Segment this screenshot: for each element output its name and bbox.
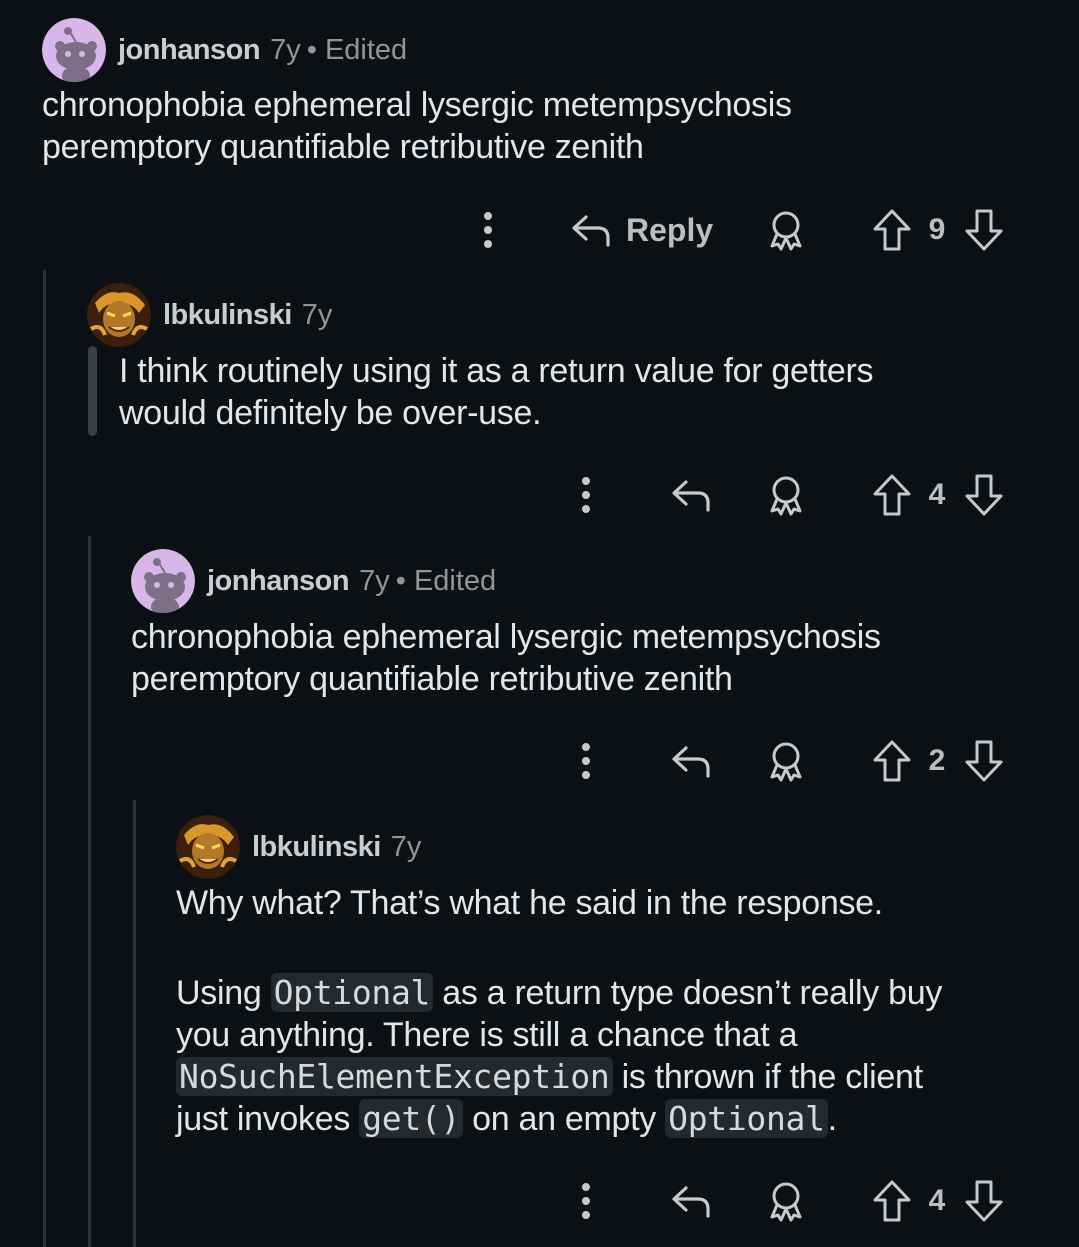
comment-header: jonhanson 7y • Edited [131, 549, 496, 613]
reply-arrow-icon [672, 480, 710, 512]
avatar[interactable] [87, 283, 151, 347]
comment-line: peremptory quantifiable retributive zeni… [131, 660, 733, 698]
edited-label: • Edited [395, 564, 497, 597]
comment-header: jonhanson 7y • Edited [42, 18, 407, 82]
reply-button[interactable] [668, 736, 714, 786]
vote-count: 2 [920, 736, 954, 786]
more-options-button[interactable] [568, 736, 604, 786]
more-options-button[interactable] [470, 205, 506, 255]
upvote-arrow-icon [873, 1180, 911, 1222]
comment-body: I think routinely using it as a return v… [119, 350, 874, 434]
reply-button[interactable] [668, 1176, 714, 1226]
comment-actions: 4 [0, 470, 1079, 520]
comment-paragraph: Why what? That’s what he said in the res… [176, 884, 883, 922]
avatar[interactable] [42, 18, 106, 82]
username[interactable]: jonhanson [207, 565, 350, 598]
comment-paragraph-line: you anything. There is still a chance th… [176, 1016, 798, 1054]
award-button[interactable] [763, 1176, 809, 1226]
more-vertical-icon [582, 743, 590, 779]
comment-age: 7y [359, 564, 390, 597]
avatar[interactable] [131, 549, 195, 613]
edited-label: • Edited [306, 33, 408, 66]
more-vertical-icon [582, 477, 590, 513]
comment-header: lbkulinski 7y [87, 283, 332, 347]
text-run: is thrown if the client [612, 1058, 923, 1096]
comment-age: 7y [301, 298, 333, 331]
comment-paragraph-line: NoSuchElementException is thrown if the … [176, 1056, 942, 1098]
username[interactable]: jonhanson [118, 34, 261, 67]
vote-count: 4 [920, 470, 954, 520]
vote-count-value: 9 [928, 213, 946, 246]
username[interactable]: lbkulinski [163, 299, 292, 332]
comment-age: 7y [390, 830, 422, 863]
comment-body: chronophobia ephemeral lysergic metempsy… [131, 616, 881, 700]
award-button[interactable] [763, 470, 809, 520]
vote-count-value: 4 [928, 478, 946, 511]
upvote-arrow-icon [873, 209, 911, 251]
thread-line-level-2[interactable] [88, 536, 91, 1247]
downvote-arrow-icon [965, 474, 1003, 516]
award-button[interactable] [763, 736, 809, 786]
avatar[interactable] [176, 815, 240, 879]
text-run: just invokes [176, 1100, 360, 1138]
downvote-arrow-icon [965, 740, 1003, 782]
award-icon [770, 476, 802, 516]
quote-bar [88, 346, 97, 436]
award-button[interactable] [763, 205, 809, 255]
text-run: . [827, 1100, 837, 1138]
upvote-button[interactable] [870, 1176, 914, 1226]
vote-count: 4 [920, 1176, 954, 1226]
comment-paragraph-line: Using Optional as a return type doesn’t … [176, 972, 942, 1014]
downvote-button[interactable] [962, 470, 1006, 520]
inline-code: NoSuchElementException [176, 1057, 613, 1096]
downvote-button[interactable] [962, 205, 1006, 255]
inline-code: get() [359, 1099, 464, 1138]
comment-actions: 4 [0, 1176, 1079, 1226]
more-options-button[interactable] [568, 1176, 604, 1226]
comment-age: 7y [270, 33, 301, 66]
upvote-button[interactable] [870, 470, 914, 520]
more-options-button[interactable] [568, 470, 604, 520]
upvote-button[interactable] [870, 205, 914, 255]
vote-count-value: 2 [928, 744, 946, 777]
reply-arrow-icon [672, 1186, 710, 1218]
downvote-arrow-icon [965, 209, 1003, 251]
comment-line: would definitely be over-use. [119, 394, 542, 432]
comment-line: chronophobia ephemeral lysergic metempsy… [131, 618, 881, 656]
downvote-button[interactable] [962, 736, 1006, 786]
comment-body: chronophobia ephemeral lysergic metempsy… [42, 84, 792, 168]
more-vertical-icon [582, 1183, 590, 1219]
comment-actions: 2 [0, 736, 1079, 786]
upvote-arrow-icon [873, 474, 911, 516]
award-icon [770, 1182, 802, 1222]
more-vertical-icon [484, 212, 492, 248]
reply-label: Reply [626, 211, 714, 248]
text-run: as a return type doesn’t really buy [433, 974, 943, 1012]
comment-line: chronophobia ephemeral lysergic metempsy… [42, 86, 792, 124]
reply-arrow-icon [672, 746, 710, 778]
upvote-arrow-icon [873, 740, 911, 782]
comment-body: Why what? That’s what he said in the res… [176, 882, 942, 1140]
downvote-button[interactable] [962, 1176, 1006, 1226]
award-icon [770, 211, 802, 251]
award-icon [770, 742, 802, 782]
text-run: on an empty [463, 1100, 666, 1138]
comment-line: peremptory quantifiable retributive zeni… [42, 128, 644, 166]
comment-paragraph-line: just invokes get() on an empty Optional. [176, 1098, 942, 1140]
comment-header: lbkulinski 7y [176, 815, 421, 879]
inline-code: Optional [665, 1099, 828, 1138]
reply-button[interactable]: Reply [570, 205, 720, 255]
vote-count: 9 [920, 205, 954, 255]
reply-button[interactable] [668, 470, 714, 520]
downvote-arrow-icon [965, 1180, 1003, 1222]
text-run: Using [176, 974, 271, 1012]
inline-code: Optional [270, 973, 434, 1012]
vote-count-value: 4 [928, 1184, 946, 1217]
upvote-button[interactable] [870, 736, 914, 786]
reply-arrow-icon [572, 215, 610, 247]
comment-line: I think routinely using it as a return v… [119, 352, 874, 390]
comment-actions: Reply 9 [0, 205, 1079, 255]
username[interactable]: lbkulinski [252, 831, 381, 864]
